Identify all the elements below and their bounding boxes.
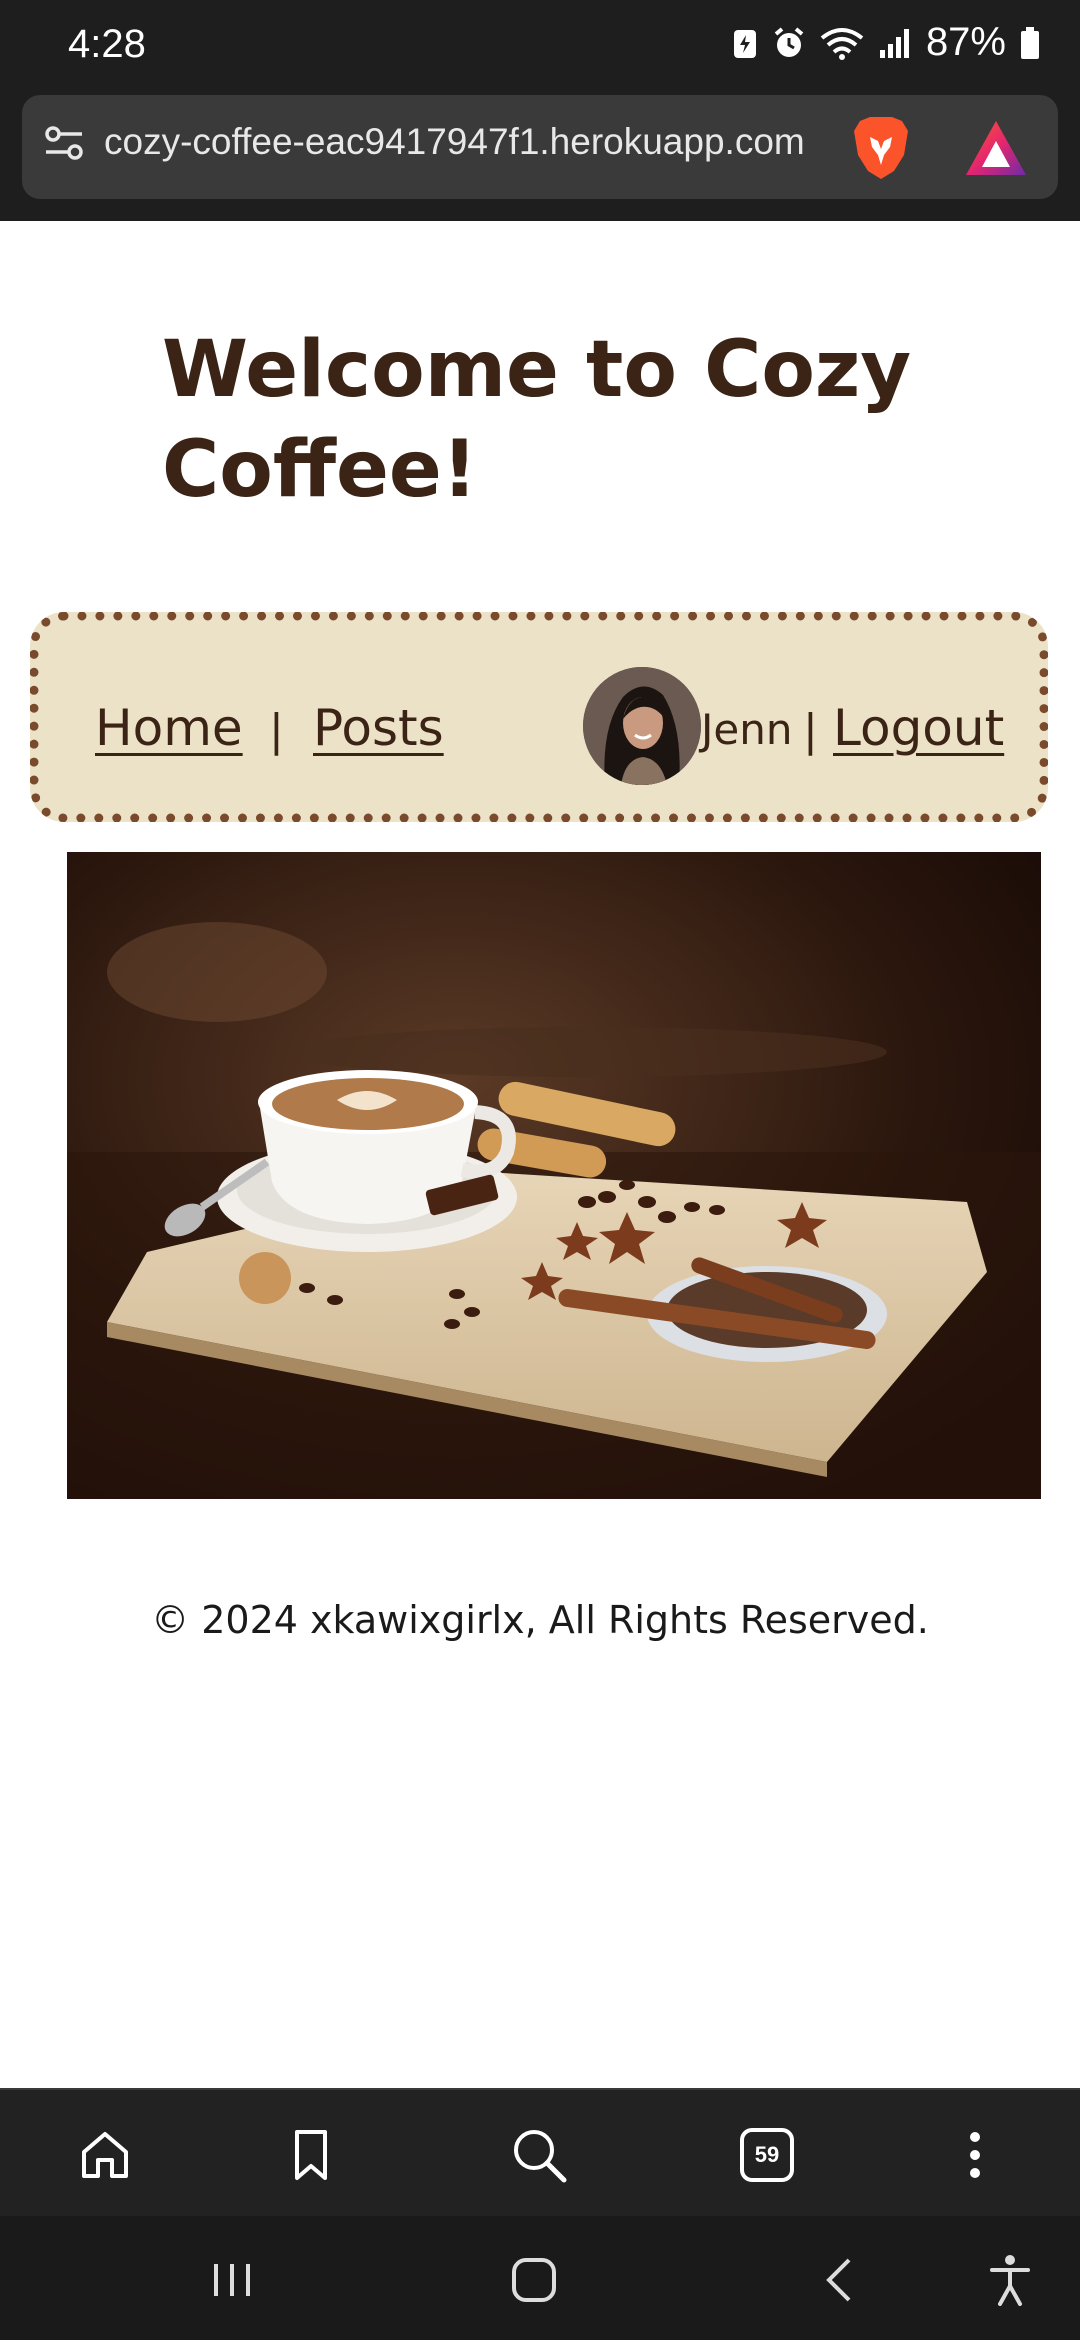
back-icon xyxy=(826,2258,851,2302)
nav-posts-link[interactable]: Posts xyxy=(313,699,444,757)
battery-icon xyxy=(1021,26,1039,59)
back-button[interactable] xyxy=(808,2252,868,2308)
logout-link[interactable]: Logout xyxy=(833,699,1004,757)
more-menu-button[interactable] xyxy=(940,2120,1010,2190)
system-home-button[interactable] xyxy=(504,2252,564,2308)
battery-percent: 87% xyxy=(925,20,1006,64)
accessibility-icon xyxy=(990,2255,1030,2306)
hero-coffee-image xyxy=(67,852,1041,1499)
brave-rewards-icon[interactable] xyxy=(964,119,1028,177)
footer-copyright: © 2024 xkawixgirlx, All Rights Reserved. xyxy=(151,1598,929,1642)
system-navigation-bar xyxy=(0,2216,1080,2340)
more-icon xyxy=(970,2132,980,2178)
tune-icon[interactable] xyxy=(44,123,84,163)
home-button[interactable] xyxy=(70,2120,140,2190)
search-icon xyxy=(514,2130,567,2183)
tabs-button[interactable]: 59 xyxy=(732,2120,802,2190)
search-button[interactable] xyxy=(504,2120,574,2190)
wifi-icon xyxy=(820,27,864,60)
bookmark-icon xyxy=(295,2130,327,2180)
status-time: 4:28 xyxy=(68,22,146,66)
page-title: Welcome to Cozy Coffee! xyxy=(162,325,912,515)
bookmark-button[interactable] xyxy=(276,2120,346,2190)
username-label: Jenn xyxy=(701,705,793,754)
signal-icon xyxy=(879,28,909,58)
address-bar[interactable]: cozy-coffee-eac9417947f1.herokuapp.com xyxy=(22,95,1058,199)
browser-toolbar: cozy-coffee-eac9417947f1.herokuapp.com xyxy=(0,93,1080,221)
main-navbar: Home | Posts Jenn | Logout xyxy=(30,612,1048,822)
nav-home-link[interactable]: Home xyxy=(95,699,243,757)
home-icon xyxy=(82,2132,128,2178)
accessibility-button[interactable] xyxy=(980,2252,1040,2308)
alarm-icon xyxy=(774,26,804,57)
battery-saver-icon xyxy=(733,29,756,58)
user-avatar xyxy=(583,667,701,785)
status-icons: 87% xyxy=(732,20,1040,65)
brave-lion-icon[interactable] xyxy=(850,115,912,181)
nav-separator: | xyxy=(269,705,284,756)
url-text[interactable]: cozy-coffee-eac9417947f1.herokuapp.com xyxy=(104,121,805,163)
user-separator: | xyxy=(803,705,818,756)
tabs-icon xyxy=(740,2128,794,2182)
browser-bottom-bar: 59 xyxy=(0,2088,1080,2216)
recents-button[interactable] xyxy=(202,2252,262,2308)
system-home-icon xyxy=(512,2258,556,2302)
status-bar: 4:28 87% xyxy=(0,0,1080,93)
recents-icon xyxy=(214,2264,250,2296)
